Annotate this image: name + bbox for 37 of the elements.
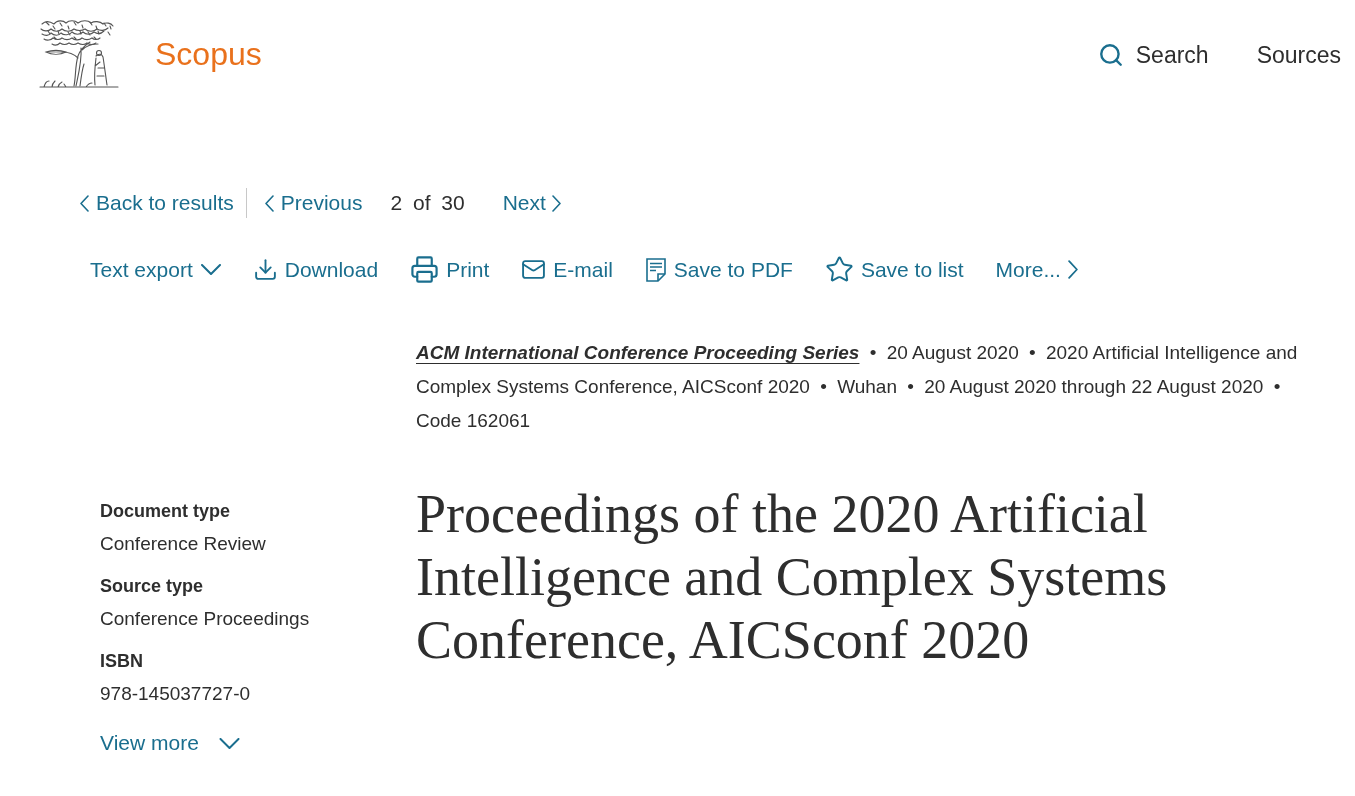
next-link[interactable]: Next	[502, 189, 561, 217]
search-icon	[1097, 42, 1124, 68]
view-more-link[interactable]: View more	[100, 729, 240, 757]
toolbar-button[interactable]: E-mail	[521, 255, 613, 284]
toolbar-button[interactable]: Text export	[90, 255, 221, 284]
document-title: Proceedings of the 2020 Artificial Intelligence and Complex Systems Conference, AICSconf 2020	[416, 483, 1169, 672]
toolbar-button[interactable]: More...	[995, 255, 1078, 284]
scopus-brand-link[interactable]: Scopus	[155, 34, 262, 74]
field-value: 978-145037727-0	[100, 682, 251, 706]
caret-icon	[200, 264, 221, 275]
series-link[interactable]: ACM International Conference Proceeding Series	[416, 342, 860, 363]
download-icon	[252, 257, 278, 282]
toolbar-button[interactable]: Save to list	[824, 255, 964, 284]
field-label: Source type	[100, 575, 204, 598]
field-value: Conference Review	[100, 532, 266, 556]
star-icon	[824, 255, 854, 284]
search-link[interactable]: Search	[1097, 40, 1209, 70]
field-value: Conference Proceedings	[100, 607, 310, 631]
toolbar-button[interactable]: Save to PDF	[644, 255, 793, 284]
back-to-results-link[interactable]: Back to results	[80, 189, 234, 217]
previous-link[interactable]: Previous	[264, 189, 363, 217]
envelope-icon	[521, 257, 547, 282]
caret-icon	[218, 737, 240, 749]
chevron-right-icon	[551, 194, 561, 212]
source-details: ACM International Conference Proceeding Series • 20 August 2020 • 2020 Artificial Intelligence and Complex Systems Conference, AICSconf 2020 • Wuhan • 20 August 2020 through 22 August 2020 • Code 162061	[416, 341, 1299, 433]
result-position: 2 of 30	[390, 190, 465, 216]
chevron-left-icon	[264, 194, 274, 212]
field-label: ISBN	[100, 650, 143, 673]
printer-icon	[410, 255, 440, 284]
chevron-left-icon	[80, 194, 89, 212]
chevron-right-icon	[1067, 260, 1078, 279]
toolbar-button[interactable]: Download	[252, 255, 379, 284]
toolbar-button[interactable]: Print	[410, 255, 490, 284]
tree-logo-icon	[38, 18, 120, 90]
document-icon	[644, 257, 667, 282]
field-label: Document type	[100, 500, 231, 523]
sources-link[interactable]: Sources	[1256, 40, 1341, 70]
